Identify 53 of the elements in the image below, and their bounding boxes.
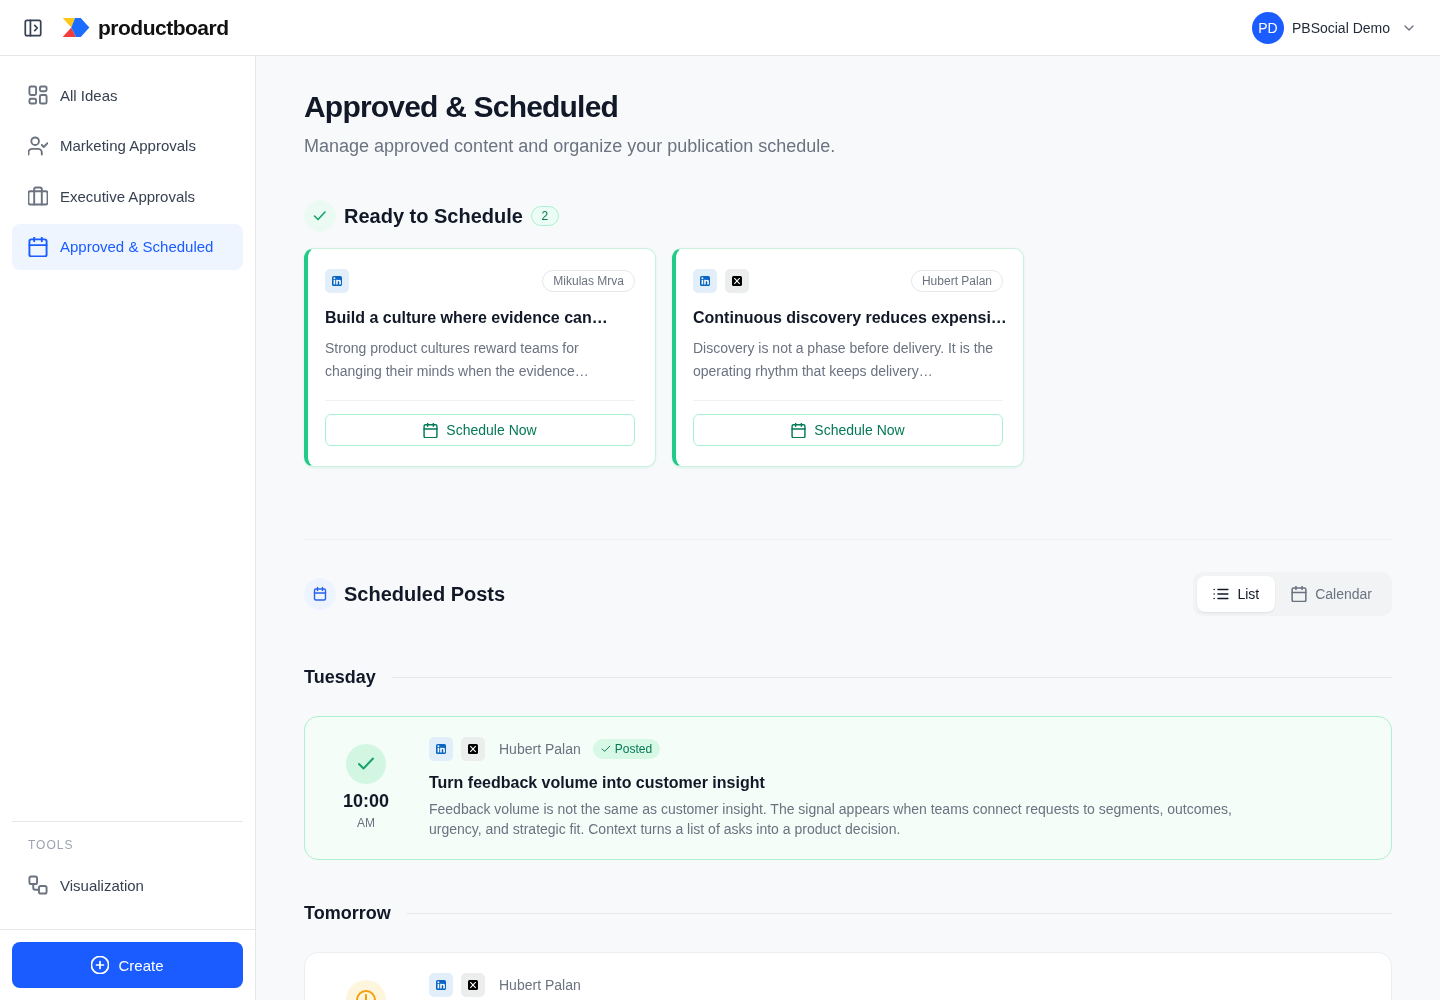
x-logo-icon	[725, 269, 749, 293]
x-logo-icon	[461, 973, 485, 997]
card-title: Continuous discovery reduces expensi…	[693, 308, 1003, 328]
page-title: Approved & Scheduled	[304, 89, 620, 125]
logo-icon	[62, 18, 90, 37]
tools-heading: TOOLS	[27, 837, 75, 853]
nav-item[interactable]: All Ideas	[12, 72, 243, 118]
post-description: Feedback volume is not the same as customer insight. The signal appears when teams connect requests to segments, outcomes, urgency, and strategic fit. Context turns a list of asks into a product decision.	[429, 800, 1233, 839]
calendar-icon	[28, 236, 48, 257]
linkedin-icon	[693, 269, 717, 293]
card-excerpt: Strong product cultures reward teams for changing their minds when the evidence…	[325, 339, 590, 381]
check-icon	[600, 744, 611, 754]
schedule-now-button[interactable]: Schedule Now	[325, 414, 635, 446]
section-title: Scheduled Posts	[344, 582, 506, 606]
calendar-icon	[304, 578, 336, 610]
briefcase-icon	[28, 186, 48, 206]
logo-text: productboard	[98, 15, 229, 40]
view-tab[interactable]: List	[1197, 576, 1276, 612]
card-excerpt: Discovery is not a phase before delivery. It is the operating rhythm that keeps delivery…	[693, 339, 995, 381]
item-count: 2	[530, 206, 559, 226]
calendar-icon	[791, 422, 807, 438]
list-icon	[1213, 586, 1230, 602]
account-name[interactable]: PBSocial Demo	[1291, 19, 1390, 36]
x-logo-icon	[461, 737, 485, 761]
check-circle-icon	[304, 200, 336, 232]
day-heading: Tuesday	[304, 666, 376, 689]
status-text: Posted	[614, 742, 653, 756]
grid-icon	[28, 85, 48, 105]
day-heading: Tomorrow	[304, 902, 391, 925]
card-title: Build a culture where evidence can…	[325, 308, 609, 328]
linkedin-icon	[325, 269, 349, 293]
panel-toggle-icon[interactable]	[24, 18, 42, 37]
nav-item[interactable]: Executive Approvals	[12, 173, 243, 219]
person-check-icon	[28, 135, 48, 156]
view-tab[interactable]: Calendar	[1275, 576, 1388, 612]
time-period: AM	[357, 815, 375, 831]
post-title: Turn feedback volume into customer insight	[429, 773, 766, 793]
author-name: Hubert Palan	[499, 741, 581, 757]
nav-item[interactable]: Marketing Approvals	[12, 122, 243, 169]
calendar-icon	[1291, 586, 1308, 602]
schedule-now-button[interactable]: Schedule Now	[693, 414, 1003, 446]
post-time: 10:00	[342, 790, 389, 813]
page-subtitle: Manage approved content and organize your publication schedule.	[304, 135, 837, 158]
nav-item[interactable]: Approved & Scheduled	[12, 223, 243, 270]
calendar-icon	[423, 422, 439, 438]
section-title: Ready to Schedule	[344, 204, 523, 228]
avatar[interactable]: PD	[1251, 11, 1284, 44]
create-button[interactable]: Create	[12, 942, 243, 988]
linkedin-icon	[429, 737, 453, 761]
linkedin-icon	[429, 973, 453, 997]
author-name: Hubert Palan	[499, 977, 581, 993]
linked-squares-icon	[28, 875, 48, 895]
nav-item[interactable]: Visualization	[12, 862, 243, 908]
